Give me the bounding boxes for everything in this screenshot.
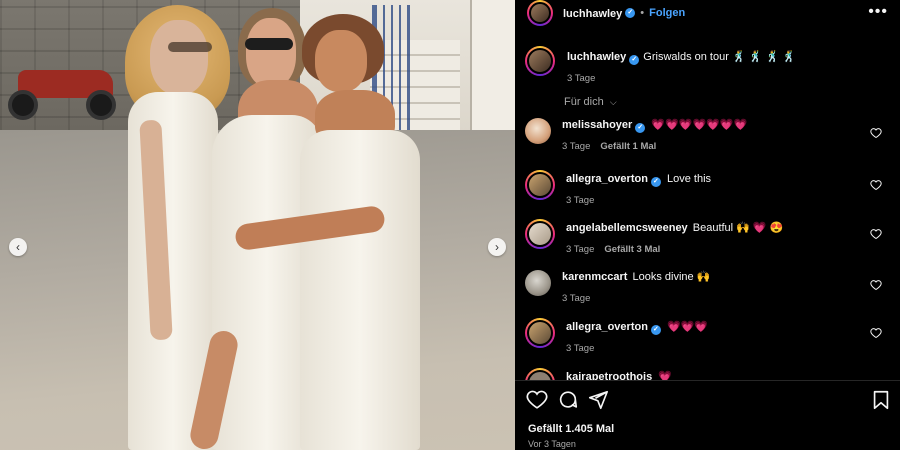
caption-text: Griswalds on tour 🕺 🕺 🕺 🕺 (643, 51, 796, 63)
more-options-icon[interactable]: ••• (868, 3, 888, 21)
comment-time: 3 Tage (562, 293, 591, 304)
comment-like-count[interactable]: Gefällt 3 Mal (604, 244, 660, 255)
follow-button[interactable]: Folgen (649, 7, 685, 19)
caption-author-name[interactable]: luchhawley (567, 51, 626, 63)
comment-text: 💗 (658, 371, 672, 380)
red-atv (8, 60, 118, 122)
commenter-avatar[interactable] (525, 368, 555, 380)
author-avatar[interactable] (527, 0, 553, 26)
commenter-avatar[interactable] (525, 270, 551, 296)
commenter-avatar[interactable] (525, 118, 551, 144)
comment-time: 3 Tage (566, 343, 595, 354)
comment-time: 3 Tage (562, 141, 591, 152)
commenter-name[interactable]: melissahoyer (562, 119, 632, 131)
comment-like-icon[interactable] (870, 327, 882, 339)
comment-text: 💗💗💗💗💗💗💗 (651, 119, 748, 131)
comment-text: Beautful 🙌 💗 😍 (692, 222, 784, 234)
comment-time: 3 Tage (566, 195, 595, 206)
post-sidebar: luchhawley ✓ • Folgen ••• luchhawley ✓ Gri… (515, 0, 900, 450)
commenter-name[interactable]: allegra_overton (566, 173, 648, 185)
comment-time: 3 Tage (566, 244, 595, 255)
verified-badge-icon: ✓ (635, 123, 646, 133)
like-heart-icon[interactable] (526, 389, 548, 411)
author-username[interactable]: luchhawley (563, 4, 622, 22)
post-caption: luchhawley ✓ Griswalds on tour 🕺 🕺 🕺 🕺 3 T… (525, 46, 796, 86)
comments-list[interactable]: melissahoyer ✓ 💗💗💗💗💗💗💗 3 Tage Gefällt 1 Ma… (515, 118, 900, 380)
comment-item: angelabellemcsweeney Beautful 🙌 💗 😍 3 Ta… (525, 219, 890, 257)
save-bookmark-icon[interactable] (870, 389, 892, 411)
share-icon[interactable] (587, 389, 609, 411)
comment-like-icon[interactable] (870, 228, 882, 240)
commenter-avatar[interactable] (525, 219, 555, 249)
separator-dot: • (640, 7, 645, 19)
comment-item: karenmccart Looks divine 🙌 3 Tage (525, 270, 890, 306)
verified-badge-icon: ✓ (650, 177, 661, 187)
comment-like-icon[interactable] (870, 279, 882, 291)
verified-badge-icon: ✓ (625, 8, 636, 18)
post-date: Vor 3 Tagen (528, 439, 576, 449)
comment-item: allegra_overton ✓ 💗💗💗 3 Tage (525, 318, 890, 356)
caption-author-avatar[interactable] (525, 46, 555, 76)
commenter-avatar[interactable] (525, 318, 555, 348)
commenter-name[interactable]: angelabellemcsweeney (566, 222, 688, 234)
comment-text: 💗💗💗 (666, 321, 709, 333)
comment-item: allegra_overton ✓ Love this 3 Tage (525, 170, 890, 208)
comment-like-icon[interactable] (870, 179, 882, 191)
total-likes[interactable]: Gefällt 1.405 Mal (528, 423, 614, 435)
verified-badge-icon: ✓ (650, 325, 661, 335)
comment-item: melissahoyer ✓ 💗💗💗💗💗💗💗 3 Tage Gefällt 1 Ma… (525, 118, 890, 154)
next-image-button[interactable]: › (488, 238, 506, 256)
comment-like-count[interactable]: Gefällt 1 Mal (600, 141, 656, 152)
comment-text: Looks divine 🙌 (632, 271, 711, 283)
post-header: luchhawley ✓ • Folgen ••• (515, 0, 900, 26)
comment-like-icon[interactable] (870, 127, 882, 139)
comment-icon[interactable] (557, 389, 579, 411)
post-photo[interactable]: ‹ › (0, 0, 515, 450)
comment-filter-dropdown[interactable]: Für dich ⌵ (564, 96, 617, 108)
comment-text: Love this (666, 173, 712, 185)
commenter-name[interactable]: kairapetroothois (566, 371, 652, 380)
comment-filter-label: Für dich (564, 96, 604, 108)
commenter-avatar[interactable] (525, 170, 555, 200)
comment-item: kairapetroothois 💗 (525, 368, 890, 380)
commenter-name[interactable]: karenmccart (562, 271, 627, 283)
caption-timestamp: 3 Tage (567, 73, 596, 84)
verified-badge-icon: ✓ (629, 55, 640, 65)
commenter-name[interactable]: allegra_overton (566, 321, 648, 333)
previous-image-button[interactable]: ‹ (9, 238, 27, 256)
post-actions: Gefällt 1.405 Mal Vor 3 Tagen (515, 380, 900, 450)
chevron-down-icon: ⌵ (609, 97, 617, 107)
